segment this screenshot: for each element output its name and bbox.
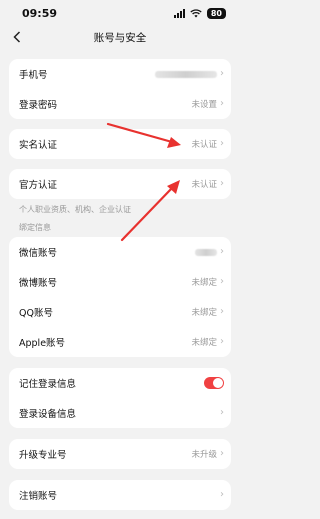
password-label: 登录密码 bbox=[19, 100, 58, 111]
bindings-card: 微信账号 › 微博账号 未绑定 › QQ账号 未绑定 › Apple账号 未绑定… bbox=[9, 237, 231, 357]
signal-icon bbox=[173, 8, 185, 18]
status-time: 09:59 bbox=[22, 6, 58, 20]
status-bar: 09:59 80 bbox=[0, 0, 240, 26]
chevron-right-icon: › bbox=[220, 276, 224, 287]
remember-login-label: 记住登录信息 bbox=[19, 379, 77, 390]
upgrade-row[interactable]: 升级专业号 未升级 › bbox=[9, 439, 231, 469]
apple-row[interactable]: Apple账号 未绑定 › bbox=[9, 327, 231, 357]
realname-card: 实名认证 未认证 › bbox=[9, 129, 231, 159]
chevron-right-icon: › bbox=[220, 246, 224, 257]
chevron-left-icon bbox=[13, 31, 21, 43]
qq-row[interactable]: QQ账号 未绑定 › bbox=[9, 297, 231, 327]
upgrade-card: 升级专业号 未升级 › bbox=[9, 439, 231, 469]
weibo-status: 未绑定 bbox=[191, 278, 217, 288]
realname-status: 未认证 bbox=[191, 140, 217, 150]
upgrade-status: 未升级 bbox=[191, 450, 217, 460]
remember-login-row: 记住登录信息 bbox=[9, 368, 231, 398]
login-devices-row[interactable]: 登录设备信息 › bbox=[9, 398, 231, 428]
qq-status: 未绑定 bbox=[191, 308, 217, 318]
official-note: 个人职业资质、机构、企业认证 bbox=[19, 205, 131, 214]
back-button[interactable] bbox=[8, 28, 26, 46]
official-label: 官方认证 bbox=[19, 180, 58, 191]
login-devices-label: 登录设备信息 bbox=[19, 409, 77, 420]
chevron-right-icon: › bbox=[220, 138, 224, 149]
password-row[interactable]: 登录密码 未设置 › bbox=[9, 89, 231, 119]
cancel-account-row[interactable]: 注销账号 › bbox=[9, 480, 231, 510]
chevron-right-icon: › bbox=[220, 178, 224, 189]
status-icons: 80 bbox=[173, 7, 226, 19]
nav-bar: 账号与安全 bbox=[0, 26, 240, 48]
wechat-value-masked bbox=[195, 248, 217, 256]
remember-login-toggle[interactable] bbox=[204, 377, 224, 389]
phone-value-masked bbox=[155, 70, 217, 78]
official-row[interactable]: 官方认证 未认证 › bbox=[9, 169, 231, 199]
wifi-icon bbox=[190, 8, 202, 17]
chevron-right-icon: › bbox=[220, 98, 224, 109]
chevron-right-icon: › bbox=[220, 448, 224, 459]
toggle-knob bbox=[213, 378, 223, 388]
realname-row[interactable]: 实名认证 未认证 › bbox=[9, 129, 231, 159]
chevron-right-icon: › bbox=[220, 306, 224, 317]
chevron-right-icon: › bbox=[220, 489, 224, 500]
cancel-account-label: 注销账号 bbox=[19, 491, 58, 502]
weibo-label: 微博账号 bbox=[19, 278, 58, 289]
page-title: 账号与安全 bbox=[93, 31, 147, 44]
weibo-row[interactable]: 微博账号 未绑定 › bbox=[9, 267, 231, 297]
phone-row[interactable]: 手机号 › bbox=[9, 59, 231, 89]
wechat-row[interactable]: 微信账号 › bbox=[9, 237, 231, 267]
chevron-right-icon: › bbox=[220, 336, 224, 347]
login-card: 记住登录信息 登录设备信息 › bbox=[9, 368, 231, 428]
qq-label: QQ账号 bbox=[19, 308, 53, 319]
chevron-right-icon: › bbox=[220, 407, 224, 418]
official-status: 未认证 bbox=[191, 180, 217, 190]
official-card: 官方认证 未认证 › bbox=[9, 169, 231, 199]
chevron-right-icon: › bbox=[220, 68, 224, 79]
cancel-card: 注销账号 › bbox=[9, 480, 231, 510]
account-card: 手机号 › 登录密码 未设置 › bbox=[9, 59, 231, 119]
realname-label: 实名认证 bbox=[19, 140, 58, 151]
battery-icon: 80 bbox=[206, 7, 226, 19]
wechat-label: 微信账号 bbox=[19, 248, 58, 259]
phone-label: 手机号 bbox=[19, 70, 48, 81]
apple-label: Apple账号 bbox=[19, 338, 66, 349]
upgrade-label: 升级专业号 bbox=[19, 450, 67, 461]
password-status: 未设置 bbox=[191, 100, 217, 110]
apple-status: 未绑定 bbox=[191, 338, 217, 348]
binding-header: 绑定信息 bbox=[19, 223, 51, 232]
